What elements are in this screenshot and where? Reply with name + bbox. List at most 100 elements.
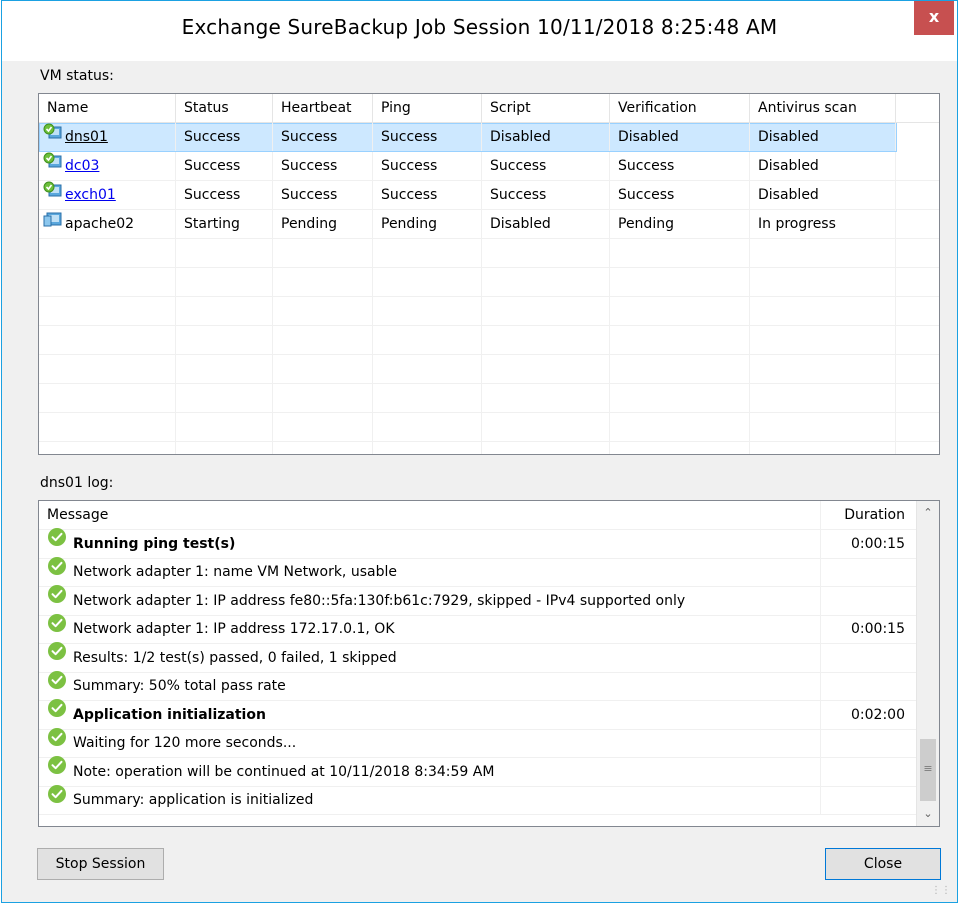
log-entry[interactable]: Application initialization 0:02:00 xyxy=(39,699,916,730)
column-header-heartbeat[interactable]: Heartbeat xyxy=(273,94,373,122)
vm-heartbeat-cell: Success xyxy=(273,181,373,209)
log-message-cell: Summary: application is initialized xyxy=(39,784,821,814)
log-entry[interactable]: Network adapter 1: IP address fe80::5fa:… xyxy=(39,584,916,616)
log-message-cell: Results: 1/2 test(s) passed, 0 failed, 1… xyxy=(39,641,821,672)
close-window-button[interactable]: x xyxy=(914,1,954,35)
vm-heartbeat-cell: Pending xyxy=(273,210,373,238)
vm-status-cell: Starting xyxy=(176,210,273,238)
vm-name-cell: exch01 xyxy=(39,181,176,209)
scroll-down-arrow-icon[interactable]: ⌄ xyxy=(917,802,939,826)
vm-ping-cell: Pending xyxy=(373,210,482,238)
vm-status-cell: Success xyxy=(176,123,273,151)
log-entry[interactable]: Note: operation will be continued at 10/… xyxy=(39,755,916,787)
log-duration-cell xyxy=(821,672,913,700)
vm-name-cell: apache02 xyxy=(39,210,176,238)
vm-name-text: apache02 xyxy=(65,216,135,232)
log-entry[interactable]: Summary: 50% total pass rate xyxy=(39,670,916,701)
vm-antivirus-cell: Disabled xyxy=(750,181,896,209)
vm-grid-header: Name Status Heartbeat Ping Script Verificatio… xyxy=(39,94,939,123)
log-message-cell: Network adapter 1: name VM Network, usab… xyxy=(39,556,821,586)
window-title: Exchange SureBackup Job Session 10/11/20… xyxy=(181,15,778,39)
log-message-cell: Network adapter 1: IP address 172.17.0.1… xyxy=(39,613,821,643)
vm-name-link[interactable]: dc03 xyxy=(65,158,99,174)
vm-name-cell: dns01 xyxy=(39,123,176,151)
vm-ping-cell: Success xyxy=(373,123,482,151)
grip-icon: ≡ xyxy=(923,762,933,775)
column-header-status[interactable]: Status xyxy=(176,94,273,122)
vm-script-cell: Success xyxy=(482,152,610,180)
log-message-cell: Running ping test(s) xyxy=(39,527,821,558)
column-header-antivirus[interactable]: Antivirus scan xyxy=(750,94,896,122)
vm-antivirus-cell: Disabled xyxy=(750,123,896,151)
success-check-icon xyxy=(47,527,67,557)
log-message-cell: Summary: 50% total pass rate xyxy=(39,670,821,700)
log-message-text: Network adapter 1: IP address fe80::5fa:… xyxy=(73,592,686,609)
column-header-script[interactable]: Script xyxy=(482,94,610,122)
vm-success-icon xyxy=(43,181,63,209)
log-entry[interactable]: Waiting for 120 more seconds... xyxy=(39,727,916,758)
vm-status-cell: Success xyxy=(176,152,273,180)
vm-status-label: VM status: xyxy=(40,68,114,84)
vm-row-dns01[interactable]: dns01 Success Success Success Disabled Disabl… xyxy=(39,123,897,152)
vm-script-cell: Disabled xyxy=(482,210,610,238)
log-message-cell: Network adapter 1: IP address fe80::5fa:… xyxy=(39,584,821,615)
log-duration-cell: 0:02:00 xyxy=(851,706,905,723)
vm-row-exch01[interactable]: exch01 Success Success Success Success Succes… xyxy=(39,181,939,210)
log-label: dns01 log: xyxy=(40,475,114,491)
scroll-up-arrow-icon[interactable]: ⌃ xyxy=(917,501,939,525)
log-message-cell: Waiting for 120 more seconds... xyxy=(39,727,821,757)
log-duration-cell xyxy=(821,558,913,586)
column-header-message[interactable]: Message xyxy=(39,501,821,529)
empty-row xyxy=(39,239,939,268)
vm-row-apache02[interactable]: apache02 Starting Pending Pending Disabled Pe… xyxy=(39,210,939,239)
log-entry[interactable]: Network adapter 1: IP address 172.17.0.1… xyxy=(39,613,916,644)
success-check-icon xyxy=(47,641,67,671)
log-entry[interactable]: Summary: application is initialized xyxy=(39,784,916,815)
scroll-thumb[interactable]: ≡ xyxy=(920,739,936,801)
vm-name-link[interactable]: exch01 xyxy=(65,187,116,203)
session-dialog: Exchange SureBackup Job Session 10/11/20… xyxy=(1,0,958,903)
vm-antivirus-cell: In progress xyxy=(750,210,896,238)
success-check-icon xyxy=(47,727,67,757)
close-button[interactable]: Close xyxy=(825,848,941,880)
vm-name-link[interactable]: dns01 xyxy=(65,129,108,145)
column-header-ping[interactable]: Ping xyxy=(373,94,482,122)
vm-name-cell: dc03 xyxy=(39,152,176,180)
log-message-text: Results: 1/2 test(s) passed, 0 failed, 1… xyxy=(73,649,397,666)
vm-success-icon xyxy=(43,152,63,180)
vm-row-dc03[interactable]: dc03 Success Success Success Success Success D… xyxy=(39,152,939,181)
column-header-duration[interactable]: Duration xyxy=(821,501,913,529)
log-message-text: Network adapter 1: IP address 172.17.0.1… xyxy=(73,621,395,637)
log-scrollbar[interactable]: ⌃ ≡ ⌄ xyxy=(916,501,939,826)
log-duration-cell xyxy=(821,758,913,786)
empty-row xyxy=(39,326,939,355)
vm-antivirus-cell: Disabled xyxy=(750,152,896,180)
vm-verification-cell: Success xyxy=(610,152,750,180)
empty-row xyxy=(39,413,939,442)
log-message-text: Network adapter 1: name VM Network, usab… xyxy=(73,564,397,580)
title-bar: Exchange SureBackup Job Session 10/11/20… xyxy=(2,1,957,61)
log-message-cell: Application initialization xyxy=(39,699,821,729)
empty-row xyxy=(39,297,939,326)
vm-script-cell: Disabled xyxy=(482,123,610,151)
vm-verification-cell: Disabled xyxy=(610,123,750,151)
log-duration-cell xyxy=(821,786,913,814)
log-entry[interactable]: Results: 1/2 test(s) passed, 0 failed, 1… xyxy=(39,641,916,673)
stop-session-button[interactable]: Stop Session xyxy=(37,848,164,880)
log-message-text: Summary: 50% total pass rate xyxy=(73,678,286,694)
success-check-icon xyxy=(47,755,67,785)
vm-ping-cell: Success xyxy=(373,181,482,209)
resize-grip-icon[interactable]: ⋮⋮ xyxy=(931,885,951,896)
column-header-verification[interactable]: Verification xyxy=(610,94,750,122)
empty-row xyxy=(39,355,939,384)
success-check-icon xyxy=(47,613,67,643)
log-duration-cell xyxy=(821,729,913,757)
log-entry[interactable]: Running ping test(s) 0:00:15 xyxy=(39,527,916,559)
success-check-icon xyxy=(47,584,67,614)
vm-status-cell: Success xyxy=(176,181,273,209)
log-duration-cell xyxy=(821,587,913,615)
column-header-name[interactable]: Name xyxy=(39,94,176,122)
log-message-text: Running ping test(s) xyxy=(73,535,236,552)
vm-icon xyxy=(43,210,63,238)
log-entry[interactable]: Network adapter 1: name VM Network, usab… xyxy=(39,556,916,587)
